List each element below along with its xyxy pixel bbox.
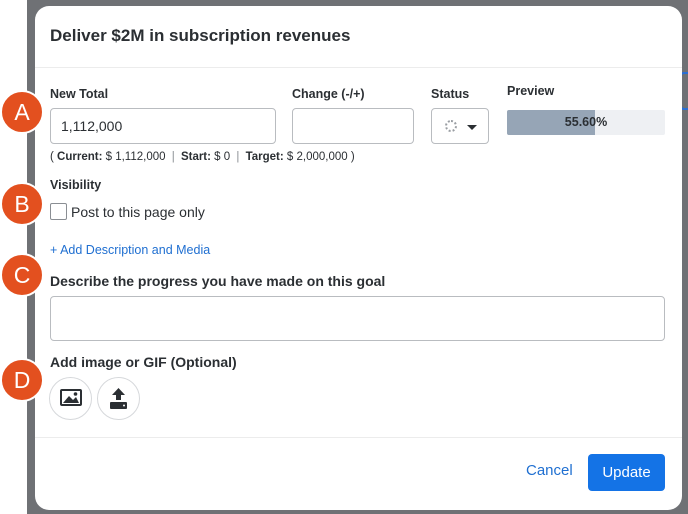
separator: |	[236, 151, 240, 163]
progress-percent: 55.60%	[564, 115, 608, 129]
progress-preview-bar: 55.60%	[507, 110, 665, 135]
visibility-label: Visibility	[50, 178, 102, 192]
annotation-badge-a: A	[0, 90, 44, 134]
target-value: $ 2,000,000	[286, 151, 348, 163]
progress-description-input[interactable]	[50, 296, 665, 341]
status-dropdown[interactable]	[431, 108, 489, 144]
status-spinner-icon	[445, 120, 457, 132]
annotation-badge-b: B	[0, 182, 44, 226]
current-start-target-summary: ( Current: $ 1,112,000 | Start: $ 0 | Ta…	[50, 151, 355, 163]
summary-open-paren: (	[50, 151, 54, 163]
annotation-badge-c: C	[0, 253, 44, 297]
summary-close-paren: )	[350, 151, 355, 163]
change-label: Change (-/+)	[292, 87, 365, 101]
new-total-label: New Total	[50, 87, 109, 101]
target-label: Target:	[245, 151, 284, 163]
update-goal-dialog: Deliver $2M in subscription revenues New…	[35, 6, 682, 510]
progress-description-label: Describe the progress you have made on t…	[50, 273, 386, 289]
change-input[interactable]	[292, 108, 414, 144]
upload-icon	[110, 388, 127, 409]
start-label: Start:	[180, 151, 211, 163]
image-icon	[60, 389, 82, 406]
add-image-button[interactable]	[49, 377, 92, 420]
dialog-footer	[35, 437, 682, 510]
upload-gif-button[interactable]	[97, 377, 140, 420]
add-media-label: Add image or GIF (Optional)	[50, 354, 237, 370]
start-value: $ 0	[214, 151, 231, 163]
current-label: Current:	[57, 151, 103, 163]
preview-label: Preview	[507, 84, 555, 98]
post-to-page-only-label[interactable]: Post to this page only	[71, 204, 205, 220]
post-to-page-only-checkbox[interactable]	[50, 203, 67, 220]
current-value: $ 1,112,000	[105, 151, 166, 163]
cancel-button[interactable]: Cancel	[526, 462, 573, 479]
chevron-down-icon	[467, 125, 477, 130]
status-label: Status	[431, 87, 470, 101]
dialog-header: Deliver $2M in subscription revenues	[35, 6, 682, 68]
new-total-input[interactable]	[50, 108, 276, 144]
update-button[interactable]: Update	[588, 454, 665, 491]
add-description-link[interactable]: + Add Description and Media	[50, 243, 210, 257]
annotation-badge-d: D	[0, 358, 44, 402]
dialog-title: Deliver $2M in subscription revenues	[50, 26, 351, 45]
separator: |	[171, 151, 175, 163]
